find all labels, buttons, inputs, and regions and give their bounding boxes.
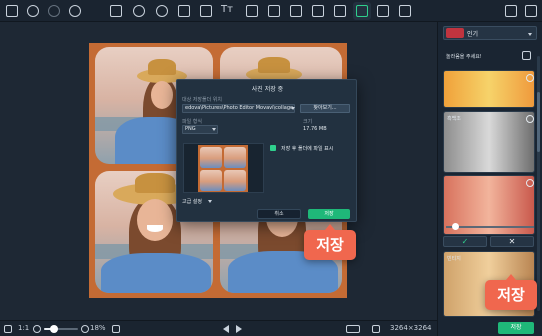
cancel-button[interactable]: 취소: [257, 209, 301, 219]
favorite-icon[interactable]: [526, 115, 534, 123]
zoom-level: 18%: [90, 324, 106, 332]
photo-editor-window: Tт 1:1 18% 3264×3264 인기 놀라움을 주세요! 흑백조 ✓ …: [0, 0, 542, 336]
effect-card-label: 흑백조: [447, 116, 461, 122]
effect-card[interactable]: 흑백조: [443, 111, 535, 173]
favorite-icon[interactable]: [526, 179, 534, 187]
compare-icon[interactable]: [399, 5, 411, 17]
chevron-down-icon: [212, 128, 216, 131]
redo-icon[interactable]: [48, 5, 60, 17]
chevron-down-icon: [528, 33, 532, 36]
previous-image-icon[interactable]: [223, 325, 229, 333]
folder-path-field[interactable]: edova\Pictures\Photo Editor Movavi\colla…: [182, 104, 295, 113]
folder-dropdown-icon[interactable]: [291, 107, 295, 110]
save-button[interactable]: 저장: [498, 322, 534, 334]
next-image-icon[interactable]: [236, 325, 242, 333]
panel-toggle-icon[interactable]: [525, 5, 537, 17]
preview-thumbnail: [198, 145, 248, 192]
save-callout: 저장: [304, 224, 356, 260]
text-icon[interactable]: Tт: [221, 4, 233, 15]
magic-brush-icon[interactable]: [290, 5, 302, 17]
category-label: 인기: [467, 31, 479, 38]
effects-icon[interactable]: [356, 5, 368, 17]
effect-intensity-slider[interactable]: [446, 226, 534, 228]
file-size-value: 17.76 MB: [303, 126, 327, 132]
open-folder-label: 저장 후 폴더에 파일 표시: [281, 146, 334, 152]
browse-button[interactable]: 찾아보기...: [300, 104, 350, 113]
zoom-slider[interactable]: [44, 325, 78, 333]
retouch-icon[interactable]: [156, 5, 168, 17]
image-dimensions: 3264×3264: [390, 324, 432, 332]
split-view-icon[interactable]: [505, 5, 517, 17]
chevron-down-icon: [208, 200, 212, 203]
status-bar: 1:1 18% 3264×3264: [0, 320, 437, 336]
category-thumbnail: [446, 28, 464, 38]
collage-icon[interactable]: [377, 5, 389, 17]
intensity-slider-handle[interactable]: [451, 223, 459, 230]
frame-icon[interactable]: [334, 5, 346, 17]
advanced-settings-toggle[interactable]: 고급 설정: [182, 198, 202, 205]
size-label: 크기: [303, 119, 313, 125]
watermark-icon[interactable]: [268, 5, 280, 17]
top-toolbar: Tт: [0, 0, 542, 22]
adjust-icon[interactable]: [110, 5, 122, 17]
crop-icon[interactable]: [178, 5, 190, 17]
undo-icon[interactable]: [27, 5, 39, 17]
folder-label: 대상 저장폴더 위치: [182, 97, 222, 103]
actual-size-button[interactable]: 1:1: [18, 324, 29, 332]
insert-picture-icon[interactable]: [312, 5, 324, 17]
surprise-hint: 놀라움을 주세요!: [446, 54, 482, 60]
image-info-icon[interactable]: [346, 325, 360, 333]
effect-card-label: 빈티지: [447, 256, 461, 262]
favorite-icon[interactable]: [526, 74, 534, 82]
hand-tool-icon[interactable]: [112, 325, 120, 333]
format-label: 파일 형식: [182, 119, 202, 125]
open-folder-checkbox[interactable]: [270, 145, 276, 151]
panel-scrollbar-thumb[interactable]: [537, 92, 540, 152]
apply-effect-button[interactable]: ✓: [443, 236, 487, 247]
fit-to-screen-icon[interactable]: [4, 325, 12, 333]
discard-effect-button[interactable]: ✕: [490, 236, 534, 247]
menu-icon[interactable]: [6, 5, 18, 17]
zoom-out-icon[interactable]: [33, 325, 41, 333]
effect-card[interactable]: [443, 70, 535, 108]
delete-icon[interactable]: [372, 325, 380, 333]
dialog-title: 사진 저장 중: [251, 86, 284, 93]
object-removal-icon[interactable]: [200, 5, 212, 17]
shuffle-icon[interactable]: [522, 51, 531, 60]
reset-icon[interactable]: [69, 5, 81, 17]
enhance-icon[interactable]: [133, 5, 145, 17]
dialog-save-button[interactable]: 저장: [308, 209, 350, 219]
zoom-in-icon[interactable]: [81, 325, 89, 333]
save-callout: 저장: [485, 274, 537, 310]
layers-icon[interactable]: [246, 5, 258, 17]
zoom-slider-handle[interactable]: [50, 325, 58, 333]
